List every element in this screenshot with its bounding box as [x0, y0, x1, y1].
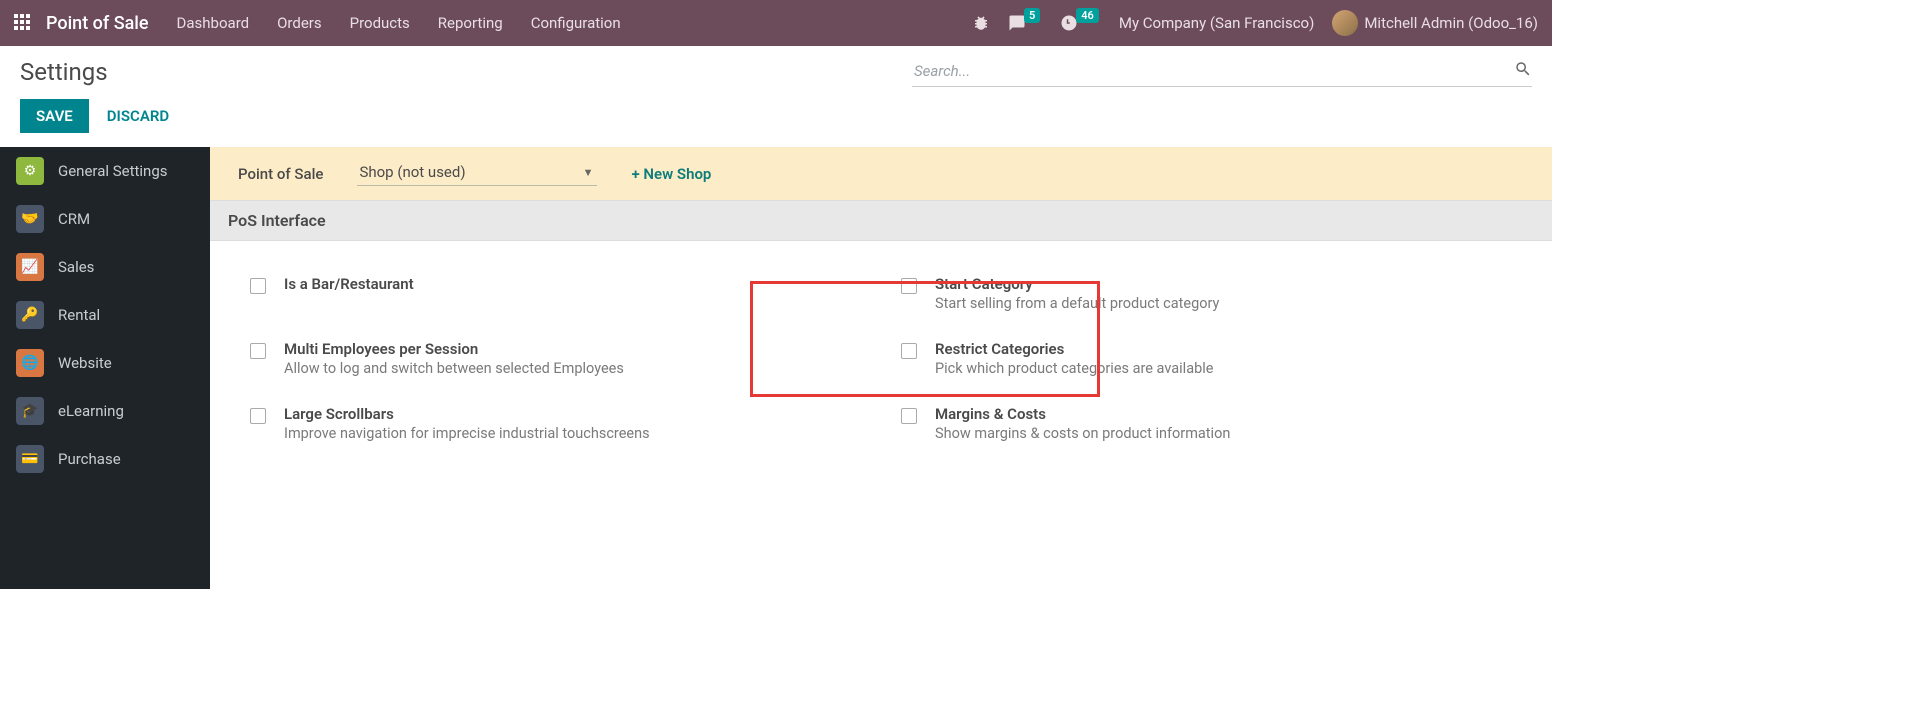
setting-desc: Improve navigation for imprecise industr… [284, 425, 650, 442]
sidebar-item-elearning[interactable]: 🎓 eLearning [0, 387, 210, 435]
sidebar-item-rental[interactable]: 🔑 Rental [0, 291, 210, 339]
globe-icon: 🌐 [16, 349, 44, 377]
page-title: Settings [20, 58, 108, 86]
sidebar-item-purchase[interactable]: 💳 Purchase [0, 435, 210, 483]
body-split: ⚙ General Settings 🤝 CRM 📈 Sales 🔑 Renta… [0, 147, 1552, 589]
search-input[interactable] [912, 56, 1514, 86]
setting-title: Large Scrollbars [284, 405, 650, 423]
discard-button[interactable]: DISCARD [107, 107, 169, 125]
setting-start-category: Start Category Start selling from a defa… [901, 275, 1512, 312]
nav-links: Dashboard Orders Products Reporting Conf… [177, 14, 621, 32]
config-bar: Point of Sale Shop (not used) ▼ + New Sh… [210, 147, 1552, 200]
messages-badge: 5 [1024, 8, 1040, 23]
sidebar-item-label: CRM [58, 210, 90, 228]
apps-icon[interactable] [14, 14, 32, 32]
gear-icon: ⚙ [16, 157, 44, 185]
shop-select[interactable]: Shop (not used) ▼ [357, 161, 597, 186]
setting-desc: Pick which product categories are availa… [935, 360, 1213, 377]
header-row: Settings [0, 46, 1552, 87]
checkbox-bar-restaurant[interactable] [250, 278, 266, 294]
top-nav: Point of Sale Dashboard Orders Products … [0, 0, 1552, 46]
sidebar-item-crm[interactable]: 🤝 CRM [0, 195, 210, 243]
setting-multi-employees: Multi Employees per Session Allow to log… [250, 340, 861, 377]
setting-desc: Allow to log and switch between selected… [284, 360, 624, 377]
messages-icon[interactable]: 5 [1008, 14, 1042, 32]
sidebar-item-label: General Settings [58, 162, 168, 180]
sidebar-item-website[interactable]: 🌐 Website [0, 339, 210, 387]
sidebar-item-label: Sales [58, 258, 94, 276]
checkbox-restrict-categories[interactable] [901, 343, 917, 359]
checkbox-margins-costs[interactable] [901, 408, 917, 424]
sidebar-item-label: eLearning [58, 402, 124, 420]
shop-select-value: Shop (not used) [359, 163, 465, 181]
checkbox-large-scrollbars[interactable] [250, 408, 266, 424]
right-nav: 5 46 My Company (San Francisco) Mitchell… [972, 10, 1538, 36]
setting-title: Multi Employees per Session [284, 340, 624, 358]
avatar [1332, 10, 1358, 36]
user-name: Mitchell Admin (Odoo_16) [1364, 14, 1538, 32]
user-menu[interactable]: Mitchell Admin (Odoo_16) [1332, 10, 1538, 36]
graduation-icon: 🎓 [16, 397, 44, 425]
app-brand[interactable]: Point of Sale [46, 13, 149, 34]
setting-title: Start Category [935, 275, 1219, 293]
setting-restrict-categories: Restrict Categories Pick which product c… [901, 340, 1512, 377]
setting-title: Is a Bar/Restaurant [284, 275, 414, 293]
nav-orders[interactable]: Orders [277, 14, 322, 32]
setting-desc: Show margins & costs on product informat… [935, 425, 1230, 442]
setting-desc: Start selling from a default product cat… [935, 295, 1219, 312]
debug-icon[interactable] [972, 14, 990, 32]
new-shop-button[interactable]: + New Shop [631, 165, 711, 183]
save-button[interactable]: SAVE [20, 99, 89, 133]
key-icon: 🔑 [16, 301, 44, 329]
checkbox-multi-employees[interactable] [250, 343, 266, 359]
nav-products[interactable]: Products [350, 14, 410, 32]
handshake-icon: 🤝 [16, 205, 44, 233]
search-icon[interactable] [1514, 60, 1532, 82]
nav-configuration[interactable]: Configuration [531, 14, 621, 32]
sidebar-item-label: Rental [58, 306, 100, 324]
cart-icon: 💳 [16, 445, 44, 473]
checkbox-start-category[interactable] [901, 278, 917, 294]
nav-dashboard[interactable]: Dashboard [177, 14, 250, 32]
search-wrap [912, 56, 1532, 87]
sidebar-item-label: Website [58, 354, 112, 372]
setting-large-scrollbars: Large Scrollbars Improve navigation for … [250, 405, 861, 442]
sidebar-item-label: Purchase [58, 450, 121, 468]
actions-row: SAVE DISCARD [0, 87, 1552, 147]
setting-margins-costs: Margins & Costs Show margins & costs on … [901, 405, 1512, 442]
main-pane: Point of Sale Shop (not used) ▼ + New Sh… [210, 147, 1552, 589]
settings-grid: Is a Bar/Restaurant Start Category Start… [210, 241, 1552, 476]
setting-title: Restrict Categories [935, 340, 1213, 358]
company-switcher[interactable]: My Company (San Francisco) [1119, 14, 1314, 32]
sidebar-item-general[interactable]: ⚙ General Settings [0, 147, 210, 195]
nav-reporting[interactable]: Reporting [438, 14, 503, 32]
activities-icon[interactable]: 46 [1060, 14, 1101, 32]
setting-bar-restaurant: Is a Bar/Restaurant [250, 275, 861, 312]
activities-badge: 46 [1076, 8, 1099, 23]
sidebar-item-sales[interactable]: 📈 Sales [0, 243, 210, 291]
settings-sidebar: ⚙ General Settings 🤝 CRM 📈 Sales 🔑 Renta… [0, 147, 210, 589]
chart-icon: 📈 [16, 253, 44, 281]
config-label: Point of Sale [238, 165, 323, 183]
section-header: PoS Interface [210, 200, 1552, 241]
setting-title: Margins & Costs [935, 405, 1230, 423]
chevron-down-icon: ▼ [583, 166, 594, 179]
